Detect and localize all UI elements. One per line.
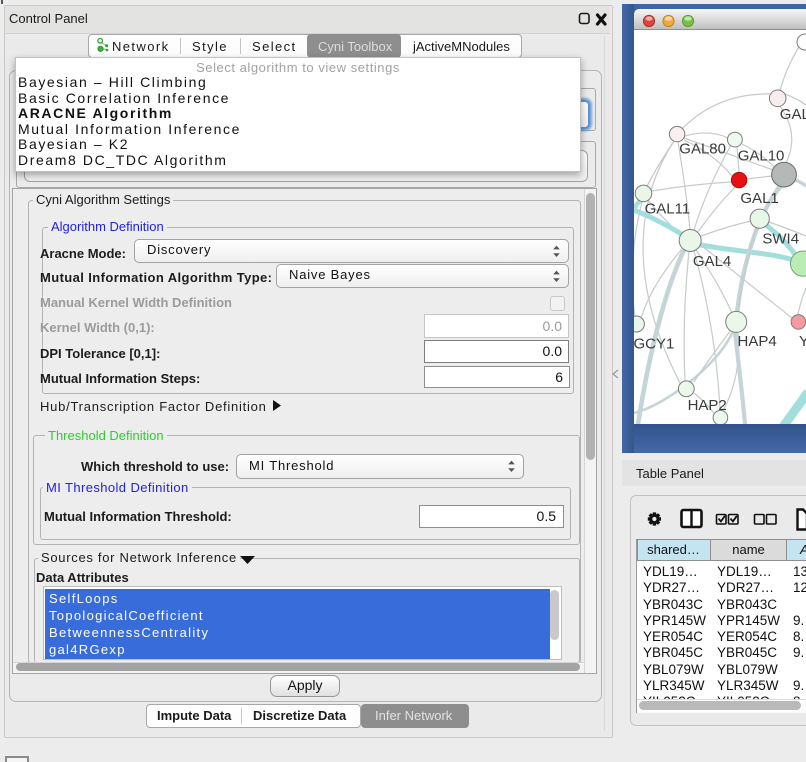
svg-text:Y: Y [799,333,806,350]
svg-text:GCY1: GCY1 [634,336,674,353]
svg-text:GAL10: GAL10 [738,148,785,165]
svg-text:HAP4: HAP4 [738,333,777,350]
svg-text:GAL80: GAL80 [679,141,726,158]
svg-text:GAL1: GAL1 [740,190,778,207]
svg-text:GAL11: GAL11 [645,201,691,218]
svg-text:HAP2: HAP2 [688,397,727,414]
svg-text:GAL4: GAL4 [693,253,731,270]
svg-text:SWI4: SWI4 [762,231,799,248]
svg-text:GAL2: GAL2 [780,106,806,123]
